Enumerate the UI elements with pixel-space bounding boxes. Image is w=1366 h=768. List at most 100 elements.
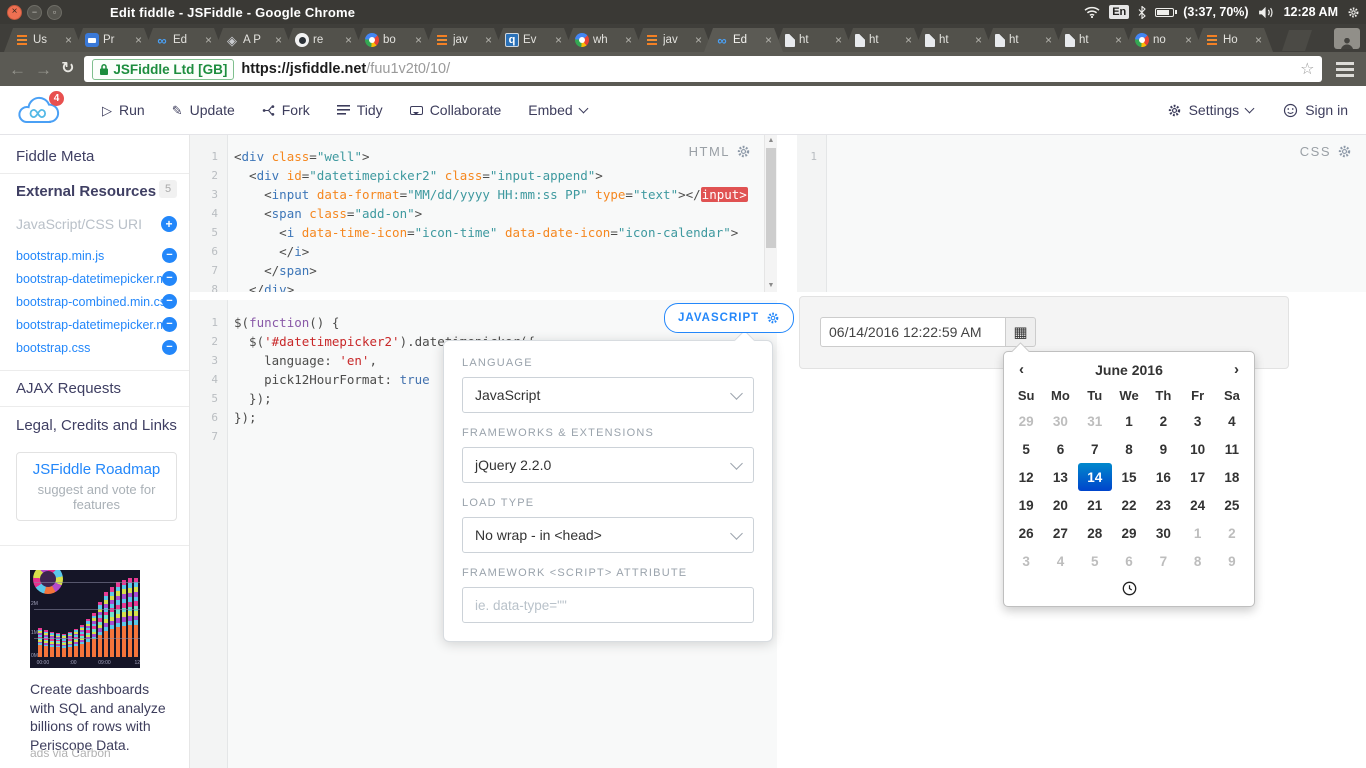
day-cell[interactable]: 2 bbox=[1146, 407, 1180, 435]
forward-button[interactable]: → bbox=[35, 61, 52, 78]
embed-button[interactable]: Embed bbox=[528, 102, 586, 118]
framework-attribute-input[interactable]: ie. data-type="" bbox=[462, 587, 754, 623]
remove-resource-button[interactable]: − bbox=[162, 340, 177, 355]
roadmap-link[interactable]: JSFiddle Roadmap bbox=[21, 461, 172, 478]
javascript-settings-button[interactable]: JAVASCRIPT bbox=[664, 303, 794, 333]
browser-tab[interactable]: ◈A P× bbox=[214, 28, 293, 52]
volume-icon[interactable] bbox=[1258, 6, 1275, 19]
address-bar[interactable]: JSFiddle Ltd [GB] https://jsfiddle.net/f… bbox=[84, 56, 1322, 82]
ad-text[interactable]: Create dashboards with SQL and analyze b… bbox=[30, 680, 175, 754]
run-button[interactable]: ▷Run bbox=[102, 102, 145, 118]
css-editor-panel[interactable]: 1 CSS bbox=[797, 134, 1366, 292]
day-cell[interactable]: 22 bbox=[1112, 491, 1146, 519]
tab-close-icon[interactable]: × bbox=[275, 34, 282, 46]
resource-link[interactable]: bootstrap-combined.min.css bbox=[16, 295, 173, 309]
day-cell[interactable]: 5 bbox=[1078, 547, 1112, 575]
tab-close-icon[interactable]: × bbox=[65, 34, 72, 46]
select-language[interactable]: JavaScript bbox=[462, 377, 754, 413]
keyboard-layout-indicator[interactable]: En bbox=[1109, 5, 1129, 19]
day-cell[interactable]: 25 bbox=[1215, 491, 1249, 519]
day-cell[interactable]: 4 bbox=[1215, 407, 1249, 435]
tab-close-icon[interactable]: × bbox=[555, 34, 562, 46]
day-cell[interactable]: 29 bbox=[1112, 519, 1146, 547]
day-cell[interactable]: 4 bbox=[1043, 547, 1077, 575]
selected-day-cell[interactable]: 14 bbox=[1078, 463, 1112, 491]
resource-link[interactable]: bootstrap.css bbox=[16, 341, 173, 355]
datetime-input[interactable] bbox=[820, 317, 1006, 347]
browser-tab[interactable]: bo× bbox=[354, 28, 433, 52]
day-cell[interactable]: 12 bbox=[1009, 463, 1043, 491]
day-cell[interactable]: 21 bbox=[1078, 491, 1112, 519]
remove-resource-button[interactable]: − bbox=[162, 248, 177, 263]
select-frameworks-extensions[interactable]: jQuery 2.2.0 bbox=[462, 447, 754, 483]
url-text[interactable]: https://jsfiddle.net/fuu1v2t0/10/ bbox=[241, 61, 1294, 77]
tab-close-icon[interactable]: × bbox=[695, 34, 702, 46]
day-cell[interactable]: 6 bbox=[1043, 435, 1077, 463]
day-cell[interactable]: 30 bbox=[1146, 519, 1180, 547]
day-cell[interactable]: 11 bbox=[1215, 435, 1249, 463]
session-gear-icon[interactable] bbox=[1347, 6, 1360, 19]
browser-tab[interactable]: jav× bbox=[424, 28, 503, 52]
new-tab-button[interactable] bbox=[1282, 30, 1312, 51]
sidebar-item-ajax-requests[interactable]: AJAX Requests bbox=[16, 380, 177, 397]
tab-close-icon[interactable]: × bbox=[1185, 34, 1192, 46]
day-cell[interactable]: 30 bbox=[1043, 407, 1077, 435]
day-cell[interactable]: 8 bbox=[1112, 435, 1146, 463]
datepicker-title[interactable]: June 2016 bbox=[1095, 362, 1163, 378]
settings-menu[interactable]: Settings bbox=[1167, 102, 1254, 118]
day-cell[interactable]: 19 bbox=[1009, 491, 1043, 519]
tab-close-icon[interactable]: × bbox=[975, 34, 982, 46]
day-cell[interactable]: 3 bbox=[1009, 547, 1043, 575]
browser-tab[interactable]: Pr× bbox=[74, 28, 153, 52]
browser-tab[interactable]: ∞Ed× bbox=[704, 28, 783, 52]
tab-close-icon[interactable]: × bbox=[345, 34, 352, 46]
browser-tab[interactable]: jav× bbox=[634, 28, 713, 52]
tab-close-icon[interactable]: × bbox=[835, 34, 842, 46]
day-cell[interactable]: 5 bbox=[1009, 435, 1043, 463]
browser-menu-icon[interactable] bbox=[1334, 60, 1356, 78]
browser-tab[interactable]: ht× bbox=[1054, 28, 1133, 52]
day-cell[interactable]: 9 bbox=[1146, 435, 1180, 463]
browser-tab[interactable]: ht× bbox=[984, 28, 1063, 52]
browser-tab[interactable]: Us× bbox=[4, 28, 83, 52]
window-close-button[interactable]: × bbox=[7, 5, 22, 20]
select-load-type[interactable]: No wrap - in <head> bbox=[462, 517, 754, 553]
day-cell[interactable]: 29 bbox=[1009, 407, 1043, 435]
browser-tab[interactable]: ht× bbox=[914, 28, 993, 52]
tab-close-icon[interactable]: × bbox=[765, 34, 772, 46]
window-minimize-button[interactable]: − bbox=[27, 5, 42, 20]
browser-tab[interactable]: Ho× bbox=[1194, 28, 1273, 52]
browser-tab[interactable]: re× bbox=[284, 28, 363, 52]
browser-profile-button[interactable] bbox=[1334, 28, 1360, 49]
resource-link[interactable]: bootstrap-datetimepicker.min.js bbox=[16, 272, 173, 286]
html-scrollbar[interactable]: ▲ ▼ bbox=[764, 134, 777, 292]
fork-button[interactable]: Fork bbox=[262, 102, 310, 118]
remove-resource-button[interactable]: − bbox=[162, 271, 177, 286]
html-settings-gear-icon[interactable] bbox=[736, 144, 751, 159]
window-maximize-button[interactable]: ▫ bbox=[47, 5, 62, 20]
tab-close-icon[interactable]: × bbox=[1045, 34, 1052, 46]
day-cell[interactable]: 27 bbox=[1043, 519, 1077, 547]
tab-close-icon[interactable]: × bbox=[1115, 34, 1122, 46]
day-cell[interactable]: 9 bbox=[1215, 547, 1249, 575]
day-cell[interactable]: 6 bbox=[1112, 547, 1146, 575]
jsfiddle-logo[interactable]: 4 bbox=[16, 94, 62, 126]
tab-close-icon[interactable]: × bbox=[1255, 34, 1262, 46]
browser-tab[interactable]: no× bbox=[1124, 28, 1203, 52]
sidebar-item-fiddle-meta[interactable]: Fiddle Meta bbox=[16, 148, 177, 165]
day-cell[interactable]: 24 bbox=[1180, 491, 1214, 519]
remove-resource-button[interactable]: − bbox=[162, 294, 177, 309]
tab-close-icon[interactable]: × bbox=[205, 34, 212, 46]
time-picker-icon[interactable] bbox=[1122, 581, 1137, 596]
collaborate-button[interactable]: Collaborate bbox=[410, 102, 502, 118]
day-cell[interactable]: 16 bbox=[1146, 463, 1180, 491]
css-settings-gear-icon[interactable] bbox=[1337, 144, 1352, 159]
day-cell[interactable]: 26 bbox=[1009, 519, 1043, 547]
day-cell[interactable]: 3 bbox=[1180, 407, 1214, 435]
remove-resource-button[interactable]: − bbox=[162, 317, 177, 332]
day-cell[interactable]: 1 bbox=[1180, 519, 1214, 547]
day-cell[interactable]: 7 bbox=[1078, 435, 1112, 463]
resource-link[interactable]: bootstrap-datetimepicker.min.css bbox=[16, 318, 173, 332]
browser-tab[interactable]: qEv× bbox=[494, 28, 573, 52]
carbon-ad-image[interactable]: 0M1M2M00:00:0009:0012 bbox=[30, 570, 140, 668]
